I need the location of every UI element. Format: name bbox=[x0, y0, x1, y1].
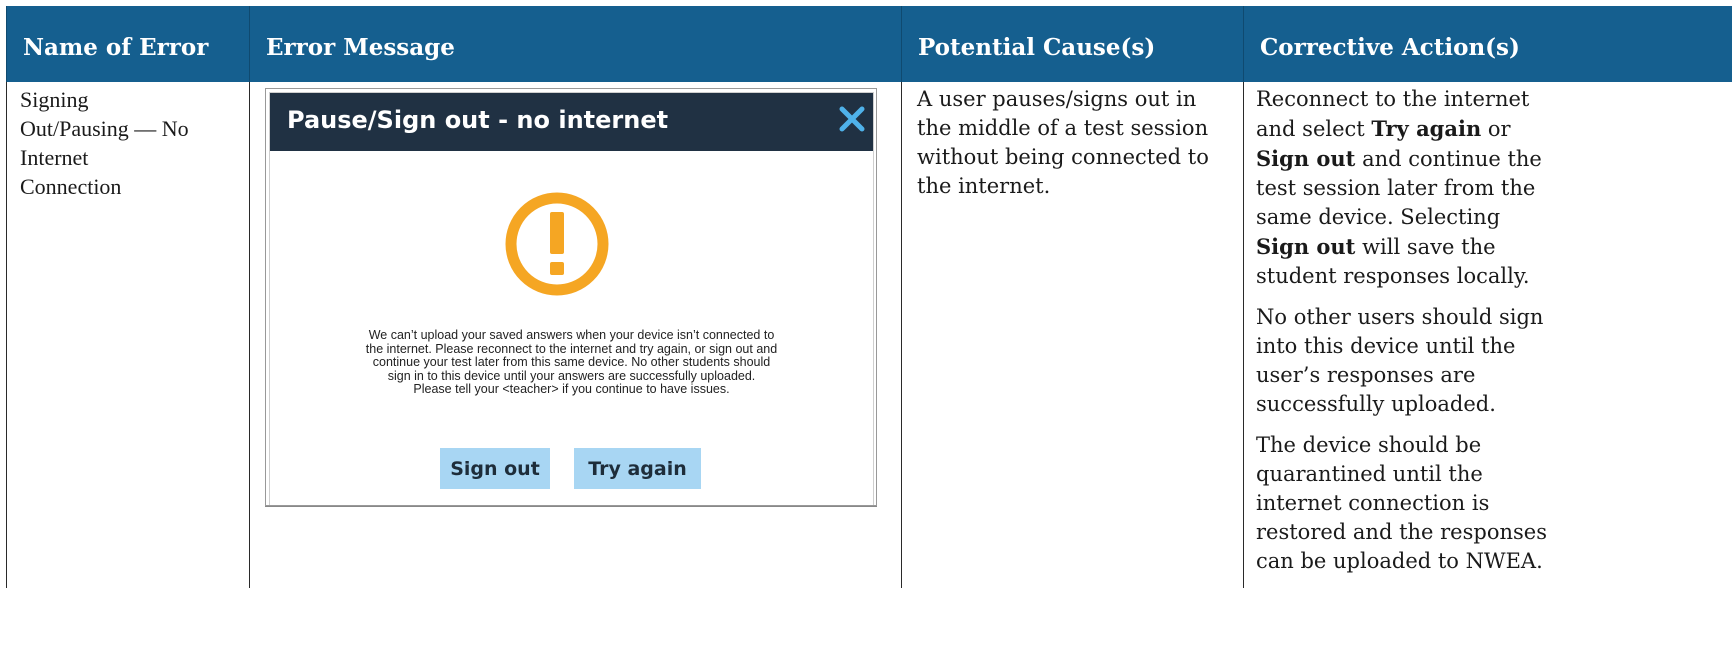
error-name-line: Out/Pausing — No bbox=[20, 116, 189, 141]
dialog-message-line: Please tell your <teacher> if you contin… bbox=[413, 382, 730, 396]
dialog-title: Pause/Sign out - no internet bbox=[287, 106, 669, 134]
cause-line: A user pauses/signs out in bbox=[917, 87, 1197, 111]
header-corrective-actions: Corrective Action(s) bbox=[1243, 6, 1732, 82]
try-again-button[interactable]: Try again bbox=[574, 448, 701, 489]
text: and continue the bbox=[1355, 147, 1542, 171]
dialog-message: We can’t upload your saved answers when … bbox=[300, 328, 843, 397]
divider bbox=[265, 506, 877, 507]
corrective-line: and select Try again or bbox=[1256, 114, 1724, 144]
potential-cause-cell: A user pauses/signs out in the middle of… bbox=[901, 82, 1244, 588]
corrective-action-cell: Reconnect to the internet and select Try… bbox=[1243, 82, 1732, 588]
corrective-line: into this device until the bbox=[1256, 334, 1516, 358]
sign-out-button[interactable]: Sign out bbox=[440, 448, 550, 489]
cause-line: the middle of a test session bbox=[917, 116, 1209, 140]
dialog-message-line: the internet. Please reconnect to the in… bbox=[365, 341, 778, 356]
header-error-message: Error Message bbox=[249, 6, 902, 82]
corrective-line: successfully uploaded. bbox=[1256, 392, 1496, 416]
error-name-line: Internet bbox=[20, 145, 89, 170]
bold-sign-out: Sign out bbox=[1256, 146, 1356, 171]
close-icon[interactable] bbox=[837, 104, 867, 134]
corrective-line: student responses locally. bbox=[1256, 262, 1724, 291]
error-table-page: Name of Error Error Message Potential Ca… bbox=[6, 6, 1732, 588]
corrective-paragraph-2: No other users should sign into this dev… bbox=[1256, 303, 1724, 419]
cause-line: without being connected to bbox=[917, 145, 1209, 169]
table-header-row: Name of Error Error Message Potential Ca… bbox=[6, 6, 1732, 82]
table-row: Signing Out/Pausing — No Internet Connec… bbox=[6, 82, 1732, 588]
cause-line: the internet. bbox=[917, 174, 1051, 198]
text: test session later from the bbox=[1256, 176, 1536, 200]
error-name-line: Connection bbox=[20, 174, 122, 199]
corrective-line: internet connection is bbox=[1256, 491, 1490, 515]
dialog-message-line: continue your test later from this same … bbox=[372, 355, 771, 369]
bold-sign-out: Sign out bbox=[1256, 234, 1356, 259]
error-name-cell: Signing Out/Pausing — No Internet Connec… bbox=[6, 82, 250, 588]
text: same device. Selecting bbox=[1256, 205, 1501, 229]
text: and select bbox=[1256, 117, 1372, 141]
corrective-paragraph-3: The device should be quarantined until t… bbox=[1256, 431, 1724, 576]
error-message-cell: Pause/Sign out - no internet We can’t up… bbox=[249, 82, 902, 588]
corrective-line: test session later from the bbox=[1256, 174, 1724, 203]
corrective-paragraph-1: Reconnect to the internet and select Try… bbox=[1256, 85, 1724, 291]
corrective-line: The device should be bbox=[1256, 433, 1482, 457]
dialog-message-line: We can’t upload your saved answers when … bbox=[368, 328, 775, 342]
corrective-line: No other users should sign bbox=[1256, 305, 1544, 329]
corrective-line: same device. Selecting bbox=[1256, 203, 1724, 232]
corrective-line: can be uploaded to NWEA. bbox=[1256, 549, 1543, 573]
corrective-line: user’s responses are bbox=[1256, 363, 1476, 387]
bold-try-again: Try again bbox=[1371, 116, 1482, 141]
header-potential-causes: Potential Cause(s) bbox=[901, 6, 1244, 82]
error-table: Name of Error Error Message Potential Ca… bbox=[6, 6, 1732, 588]
corrective-line: Reconnect to the internet bbox=[1256, 85, 1724, 114]
corrective-line: restored and the responses bbox=[1256, 520, 1547, 544]
corrective-line: quarantined until the bbox=[1256, 462, 1483, 486]
text: student responses locally. bbox=[1256, 264, 1530, 288]
dialog-title-bar: Pause/Sign out - no internet bbox=[270, 93, 873, 151]
text: will save the bbox=[1355, 235, 1496, 259]
header-name-of-error: Name of Error bbox=[6, 6, 250, 82]
text: Reconnect to the internet bbox=[1256, 87, 1530, 111]
error-name-line: Signing bbox=[20, 87, 89, 112]
text: or bbox=[1481, 117, 1511, 141]
dialog-screenshot: Pause/Sign out - no internet We can’t up… bbox=[265, 88, 877, 507]
corrective-line: Sign out and continue the bbox=[1256, 144, 1724, 174]
corrective-line: Sign out will save the bbox=[1256, 232, 1724, 262]
warning-icon bbox=[503, 190, 611, 306]
dialog-message-line: sign in to this device until your answer… bbox=[387, 368, 756, 383]
